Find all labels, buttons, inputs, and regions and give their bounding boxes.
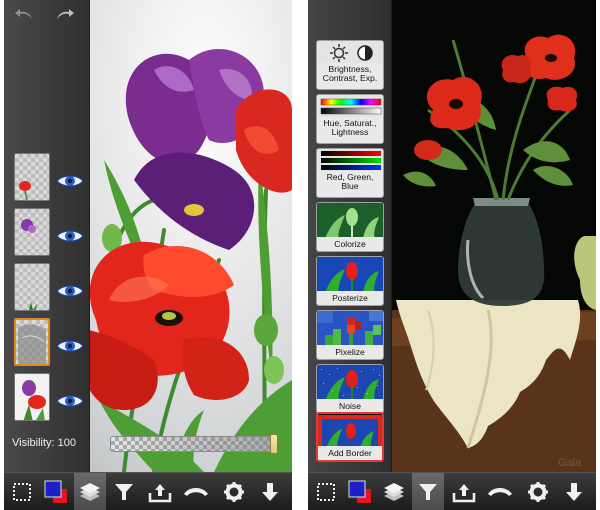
posterize-button[interactable]: Posterize (316, 256, 384, 306)
import-export-icon[interactable] (448, 473, 480, 510)
eye-icon[interactable] (56, 393, 84, 409)
bottom-toolbar (4, 472, 292, 510)
layer-thumbnail-sketch-selected[interactable] (14, 318, 50, 366)
noise-button[interactable]: Noise (316, 364, 384, 414)
download-arrow-icon[interactable] (254, 473, 286, 510)
effect-label: Hue, Saturat., Lightness (317, 117, 383, 143)
eye-icon[interactable] (56, 283, 84, 299)
rgb-bars-icon (321, 151, 381, 170)
eye-icon[interactable] (56, 338, 84, 354)
layer-thumbnail-grass[interactable] (14, 263, 50, 311)
layer-thumbnail-iris[interactable] (14, 208, 50, 256)
colorize-button[interactable]: Colorize (316, 202, 384, 252)
brush-settings-icon[interactable] (484, 473, 516, 510)
selection-icon[interactable] (310, 473, 342, 510)
color-swatch-icon[interactable] (344, 473, 376, 510)
brightness-contrast-button[interactable]: Brightness, Contrast, Exp. (316, 40, 384, 90)
visibility-label: Visibility: 100 (12, 437, 76, 449)
effect-label: Add Border (318, 446, 382, 460)
effect-label: Colorize (317, 237, 383, 251)
effect-label: Red, Green, Blue (317, 171, 383, 197)
layers-panel: Visibility: 100 (4, 0, 90, 472)
layers-icon[interactable] (378, 473, 410, 510)
sun-contrast-icon (330, 44, 373, 62)
redo-arrow-icon[interactable] (55, 8, 77, 22)
red-green-blue-button[interactable]: Red, Green, Blue (316, 148, 384, 198)
filter-icon[interactable] (108, 473, 140, 510)
watermark-text: Gala (558, 457, 582, 469)
effect-label: Noise (317, 399, 383, 413)
effects-panel: Brightness, Contrast, Exp. Hue, Saturat.… (308, 0, 392, 472)
gear-icon[interactable] (218, 473, 250, 510)
filter-icon[interactable] (412, 473, 444, 510)
bottom-toolbar (308, 472, 596, 510)
effect-label: Pixelize (317, 345, 383, 359)
visibility-slider[interactable] (110, 434, 278, 454)
selection-icon[interactable] (6, 473, 38, 510)
brush-settings-icon[interactable] (180, 473, 212, 510)
left-screen: Visibility: 100 (4, 0, 292, 510)
right-screen: Gala Brightness, Contrast, Exp. Hue, Sat… (308, 0, 596, 510)
eye-icon[interactable] (56, 173, 84, 189)
effect-label: Posterize (317, 291, 383, 305)
visibility-slider-thumb[interactable] (270, 434, 278, 454)
gear-icon[interactable] (522, 473, 554, 510)
add-border-button[interactable]: Add Border (316, 412, 384, 462)
colorize-preview (317, 203, 383, 239)
pixelize-preview (317, 311, 383, 347)
undo-arrow-icon[interactable] (14, 8, 36, 22)
noise-preview (317, 365, 383, 401)
layer-thumbnail-poppy[interactable] (14, 153, 50, 201)
hue-saturation-button[interactable]: Hue, Saturat., Lightness (316, 94, 384, 144)
visibility-slider-fill (111, 434, 278, 454)
download-arrow-icon[interactable] (558, 473, 590, 510)
hue-gradient-icon (320, 98, 382, 115)
import-export-icon[interactable] (144, 473, 176, 510)
posterize-preview (317, 257, 383, 293)
pixelize-button[interactable]: Pixelize (316, 310, 384, 360)
border-preview (318, 415, 382, 449)
eye-icon[interactable] (56, 228, 84, 244)
layer-thumbnail-bouquet[interactable] (14, 373, 50, 421)
effect-label: Brightness, Contrast, Exp. (317, 63, 383, 89)
color-swatch-icon[interactable] (40, 473, 72, 510)
layers-icon[interactable] (74, 473, 106, 510)
